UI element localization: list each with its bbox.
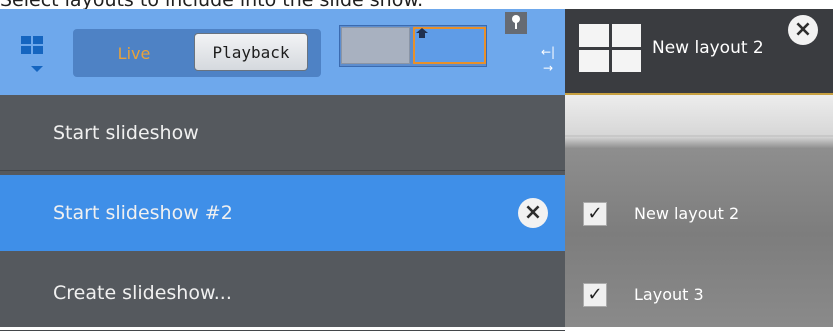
preview-cell[interactable] <box>341 27 410 64</box>
menu-item-start-slideshow[interactable]: Start slideshow <box>0 95 565 171</box>
instruction-caption: Select layouts to include into the slide… <box>0 0 424 11</box>
checkbox[interactable]: ✓ <box>583 202 607 226</box>
playback-button[interactable]: Playback <box>194 33 308 71</box>
chevron-down-icon[interactable] <box>31 66 43 72</box>
checkbox-label: Layout 3 <box>634 285 704 304</box>
layout-checkbox-row[interactable]: ✓ Layout 3 <box>583 283 833 307</box>
checkbox-label: New layout 2 <box>634 204 740 223</box>
checkbox[interactable]: ✓ <box>583 283 607 307</box>
resize-icon[interactable]: ←|→ <box>537 44 559 75</box>
home-icon <box>416 28 428 38</box>
pin-icon[interactable] <box>505 12 527 34</box>
live-tab[interactable]: Live <box>84 37 184 71</box>
layout-grid-icon <box>579 24 641 72</box>
layout-checkbox-row[interactable]: ✓ New layout 2 <box>583 202 833 226</box>
camera-ceiling <box>565 135 833 137</box>
close-icon[interactable]: × <box>788 15 818 45</box>
layout-tab-label: New layout 2 <box>652 38 764 58</box>
layout-grid-icon[interactable] <box>21 36 43 54</box>
close-icon[interactable]: × <box>518 198 548 228</box>
menu-item-start-slideshow-2[interactable]: Start slideshow #2 <box>0 175 565 251</box>
menu-item-create-slideshow[interactable]: Create slideshow... <box>0 255 565 331</box>
